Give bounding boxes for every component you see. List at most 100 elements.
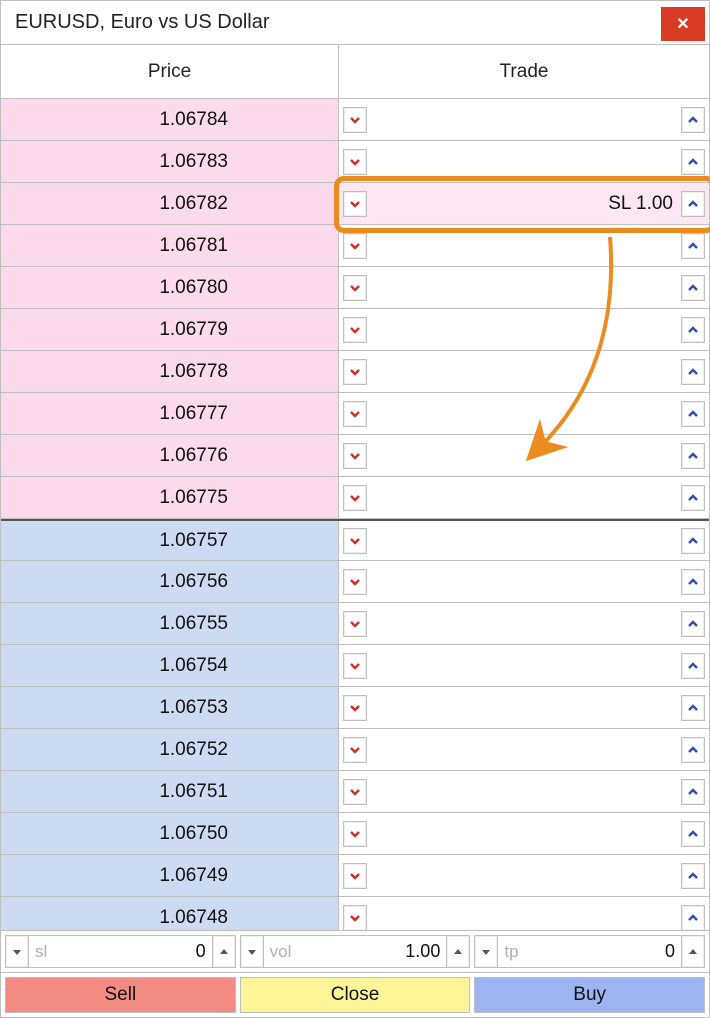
buy-at-price-button[interactable] [681,401,705,427]
trade-cell[interactable] [339,99,709,140]
close-position-button[interactable]: Close [240,977,471,1013]
buy-at-price-button[interactable] [681,863,705,889]
price-cell[interactable]: 1.06748 [1,897,339,930]
trade-cell[interactable] [339,393,709,434]
price-cell[interactable]: 1.06756 [1,561,339,602]
column-headers: Price Trade [1,45,709,99]
close-button[interactable]: ✕ [661,7,705,41]
vol-increase-button[interactable] [446,935,470,968]
price-cell[interactable]: 1.06753 [1,687,339,728]
chevron-down-icon [349,535,361,547]
trade-cell[interactable] [339,351,709,392]
price-cell[interactable]: 1.06778 [1,351,339,392]
price-cell[interactable]: 1.06750 [1,813,339,854]
buy-at-price-button[interactable] [681,107,705,133]
trade-cell[interactable] [339,477,709,518]
vol-field[interactable]: vol 1.00 [264,935,447,968]
sell-at-price-button[interactable] [343,737,367,763]
sell-at-price-button[interactable] [343,779,367,805]
sl-increase-button[interactable] [212,935,236,968]
sell-at-price-button[interactable] [343,695,367,721]
price-cell[interactable]: 1.06784 [1,99,339,140]
buy-at-price-button[interactable] [681,233,705,259]
sell-at-price-button[interactable] [343,611,367,637]
buy-at-price-button[interactable] [681,317,705,343]
price-cell[interactable]: 1.06781 [1,225,339,266]
trade-cell[interactable] [339,521,709,560]
trade-cell[interactable] [339,435,709,476]
chevron-up-icon [687,450,699,462]
sl-field[interactable]: sl 0 [29,935,212,968]
trade-cell[interactable] [339,687,709,728]
buy-at-price-button[interactable] [681,149,705,175]
sell-at-price-button[interactable] [343,275,367,301]
tp-increase-button[interactable] [681,935,705,968]
price-row: 1.06784 [1,99,709,141]
sell-at-price-button[interactable] [343,359,367,385]
sell-at-price-button[interactable] [343,905,367,931]
buy-at-price-button[interactable] [681,737,705,763]
trade-cell[interactable] [339,813,709,854]
sell-at-price-button[interactable] [343,233,367,259]
vol-decrease-button[interactable] [240,935,264,968]
buy-at-price-button[interactable] [681,359,705,385]
buy-at-price-button[interactable] [681,821,705,847]
chevron-down-icon [349,576,361,588]
sell-at-price-button[interactable] [343,485,367,511]
trade-cell[interactable] [339,561,709,602]
trade-cell[interactable] [339,729,709,770]
triangle-down-icon [481,947,491,957]
price-cell[interactable]: 1.06777 [1,393,339,434]
sell-at-price-button[interactable] [343,863,367,889]
sell-at-price-button[interactable] [343,443,367,469]
buy-at-price-button[interactable] [681,443,705,469]
buy-at-price-button[interactable] [681,191,705,217]
sell-at-price-button[interactable] [343,821,367,847]
price-cell[interactable]: 1.06783 [1,141,339,182]
tp-field[interactable]: tp 0 [498,935,681,968]
price-cell[interactable]: 1.06752 [1,729,339,770]
price-cell[interactable]: 1.06779 [1,309,339,350]
sell-at-price-button[interactable] [343,107,367,133]
triangle-up-icon [453,947,463,957]
trade-cell[interactable] [339,855,709,896]
price-cell[interactable]: 1.06775 [1,477,339,518]
sell-at-price-button[interactable] [343,317,367,343]
trade-cell[interactable]: SL 1.00 [339,183,709,224]
sell-at-price-button[interactable] [343,401,367,427]
buy-at-price-button[interactable] [681,485,705,511]
buy-at-price-button[interactable] [681,569,705,595]
trade-cell[interactable] [339,225,709,266]
price-cell[interactable]: 1.06749 [1,855,339,896]
trade-cell[interactable] [339,141,709,182]
trade-cell[interactable] [339,267,709,308]
price-cell[interactable]: 1.06776 [1,435,339,476]
trade-cell[interactable] [339,771,709,812]
sell-at-price-button[interactable] [343,149,367,175]
buy-at-price-button[interactable] [681,611,705,637]
buy-button[interactable]: Buy [474,977,705,1013]
buy-at-price-button[interactable] [681,275,705,301]
trade-cell[interactable] [339,897,709,930]
sl-decrease-button[interactable] [5,935,29,968]
price-cell[interactable]: 1.06751 [1,771,339,812]
sell-at-price-button[interactable] [343,528,367,554]
sell-at-price-button[interactable] [343,569,367,595]
trade-cell[interactable] [339,309,709,350]
sell-button[interactable]: Sell [5,977,236,1013]
buy-at-price-button[interactable] [681,528,705,554]
price-cell[interactable]: 1.06754 [1,645,339,686]
buy-at-price-button[interactable] [681,905,705,931]
sell-at-price-button[interactable] [343,653,367,679]
trade-cell[interactable] [339,645,709,686]
buy-at-price-button[interactable] [681,653,705,679]
price-cell[interactable]: 1.06757 [1,521,339,560]
sell-at-price-button[interactable] [343,191,367,217]
price-cell[interactable]: 1.06780 [1,267,339,308]
buy-at-price-button[interactable] [681,779,705,805]
buy-at-price-button[interactable] [681,695,705,721]
price-cell[interactable]: 1.06755 [1,603,339,644]
trade-cell[interactable] [339,603,709,644]
price-cell[interactable]: 1.06782 [1,183,339,224]
tp-decrease-button[interactable] [474,935,498,968]
